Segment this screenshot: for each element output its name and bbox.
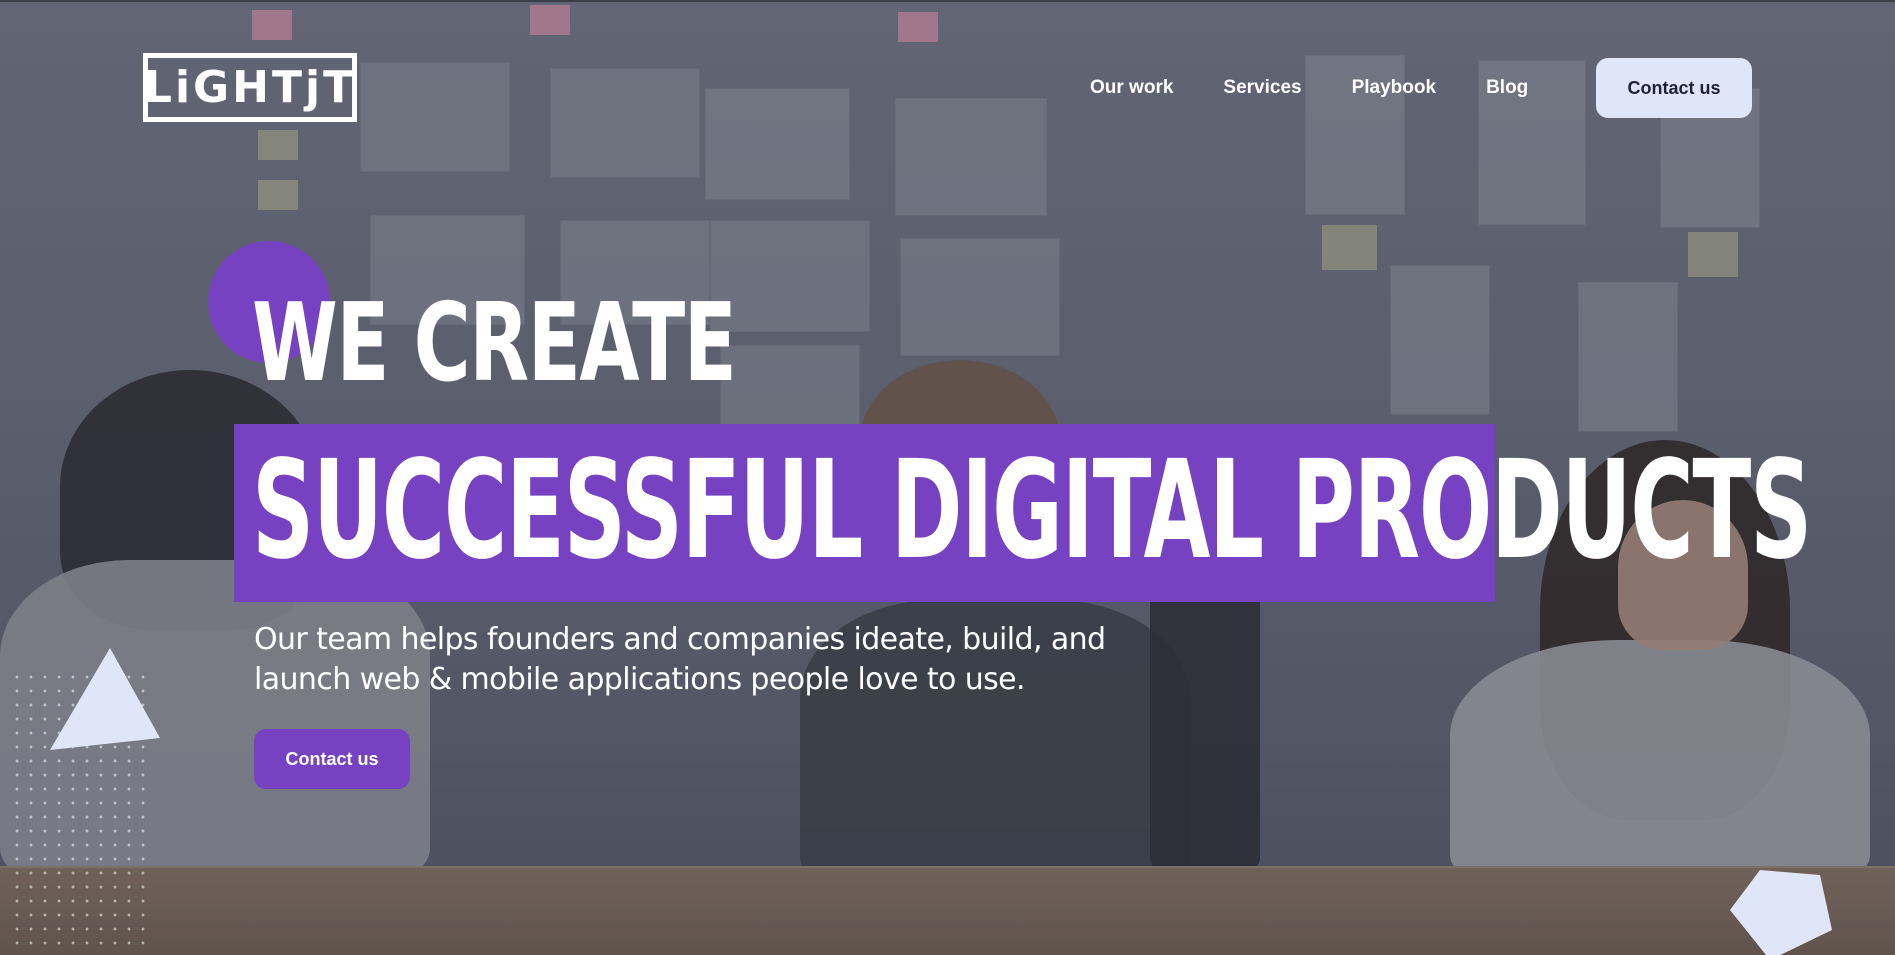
triangle-decoration (50, 648, 160, 750)
nav-our-work[interactable]: Our work (1090, 77, 1173, 99)
hero-contact-button[interactable]: Contact us (254, 729, 410, 789)
logo-text: LiGHTjT (143, 61, 357, 113)
nav-playbook[interactable]: Playbook (1352, 77, 1436, 99)
main-nav: Our work Services Playbook Blog (1090, 58, 1578, 118)
headline-line-2: SUCCESSFUL DIGITAL PRODUCTS (252, 432, 1812, 590)
lightit-logo[interactable]: LiGHTjT (143, 53, 357, 122)
header-contact-button[interactable]: Contact us (1596, 58, 1752, 118)
hero-subtitle: Our team helps founders and companies id… (254, 622, 1106, 697)
nav-blog[interactable]: Blog (1486, 77, 1528, 99)
nav-services[interactable]: Services (1223, 77, 1301, 99)
headline-line-1: WE CREATE (252, 281, 737, 406)
pentagon-decoration (1730, 870, 1832, 955)
